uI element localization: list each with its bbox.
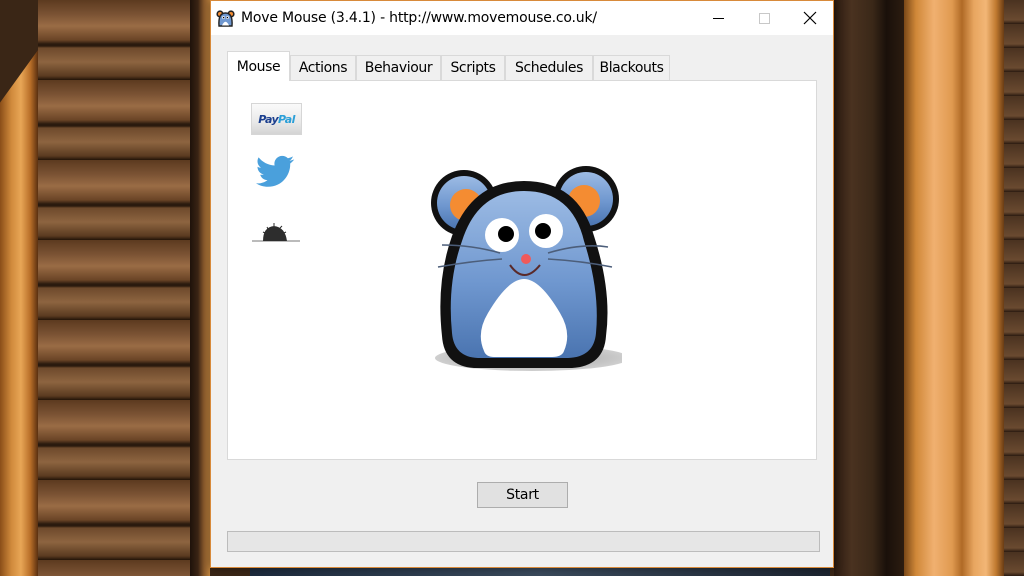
- move-mouse-mascot-logo: [431, 166, 622, 371]
- minimize-icon: [712, 17, 724, 19]
- tab-label: Actions: [298, 60, 348, 76]
- start-button[interactable]: Start: [477, 482, 568, 508]
- wood-post: [190, 0, 210, 576]
- tab-label: Blackouts: [599, 60, 664, 76]
- window-title: Move Mouse (3.4.1) - http://www.movemous…: [241, 10, 597, 26]
- progress-bar: [227, 531, 820, 552]
- maximize-icon: [758, 12, 770, 24]
- title-bar[interactable]: Move Mouse (3.4.1) - http://www.movemous…: [211, 1, 833, 35]
- wood-boards: [834, 0, 904, 576]
- paypal-icon-text: Pal: [278, 112, 295, 126]
- wood-boards: [38, 0, 190, 576]
- tab-scripts[interactable]: Scripts: [441, 55, 505, 80]
- mascot-nose: [521, 254, 531, 264]
- app-mouse-icon: [216, 10, 235, 27]
- close-button[interactable]: [787, 1, 833, 35]
- tab-label: Schedules: [514, 60, 584, 76]
- tab-blackouts[interactable]: Blackouts: [593, 55, 670, 80]
- mouse-tab-panel: Pay Pal: [227, 80, 817, 460]
- tab-label: Scripts: [450, 60, 496, 76]
- start-button-label: Start: [506, 487, 539, 503]
- mole-hill-icon[interactable]: [250, 213, 302, 245]
- twitter-icon[interactable]: [255, 155, 295, 189]
- wood-boards: [1004, 0, 1024, 576]
- wood-post: [0, 50, 38, 576]
- tab-actions[interactable]: Actions: [290, 55, 356, 80]
- wood-post: [904, 0, 1004, 576]
- minimize-button[interactable]: [695, 1, 741, 35]
- tab-schedules[interactable]: Schedules: [505, 55, 593, 80]
- tab-behaviour[interactable]: Behaviour: [356, 55, 441, 80]
- move-mouse-window: Move Mouse (3.4.1) - http://www.movemous…: [210, 0, 834, 568]
- tab-strip: Mouse Actions Behaviour Scripts Schedule…: [227, 51, 827, 81]
- tab-mouse[interactable]: Mouse: [227, 51, 290, 81]
- paypal-donate-button[interactable]: Pay Pal: [251, 103, 302, 135]
- maximize-button[interactable]: [741, 1, 787, 35]
- close-icon: [803, 11, 817, 25]
- tab-label: Mouse: [236, 58, 281, 75]
- paypal-icon-text: Pay: [258, 112, 279, 126]
- tab-label: Behaviour: [364, 60, 433, 76]
